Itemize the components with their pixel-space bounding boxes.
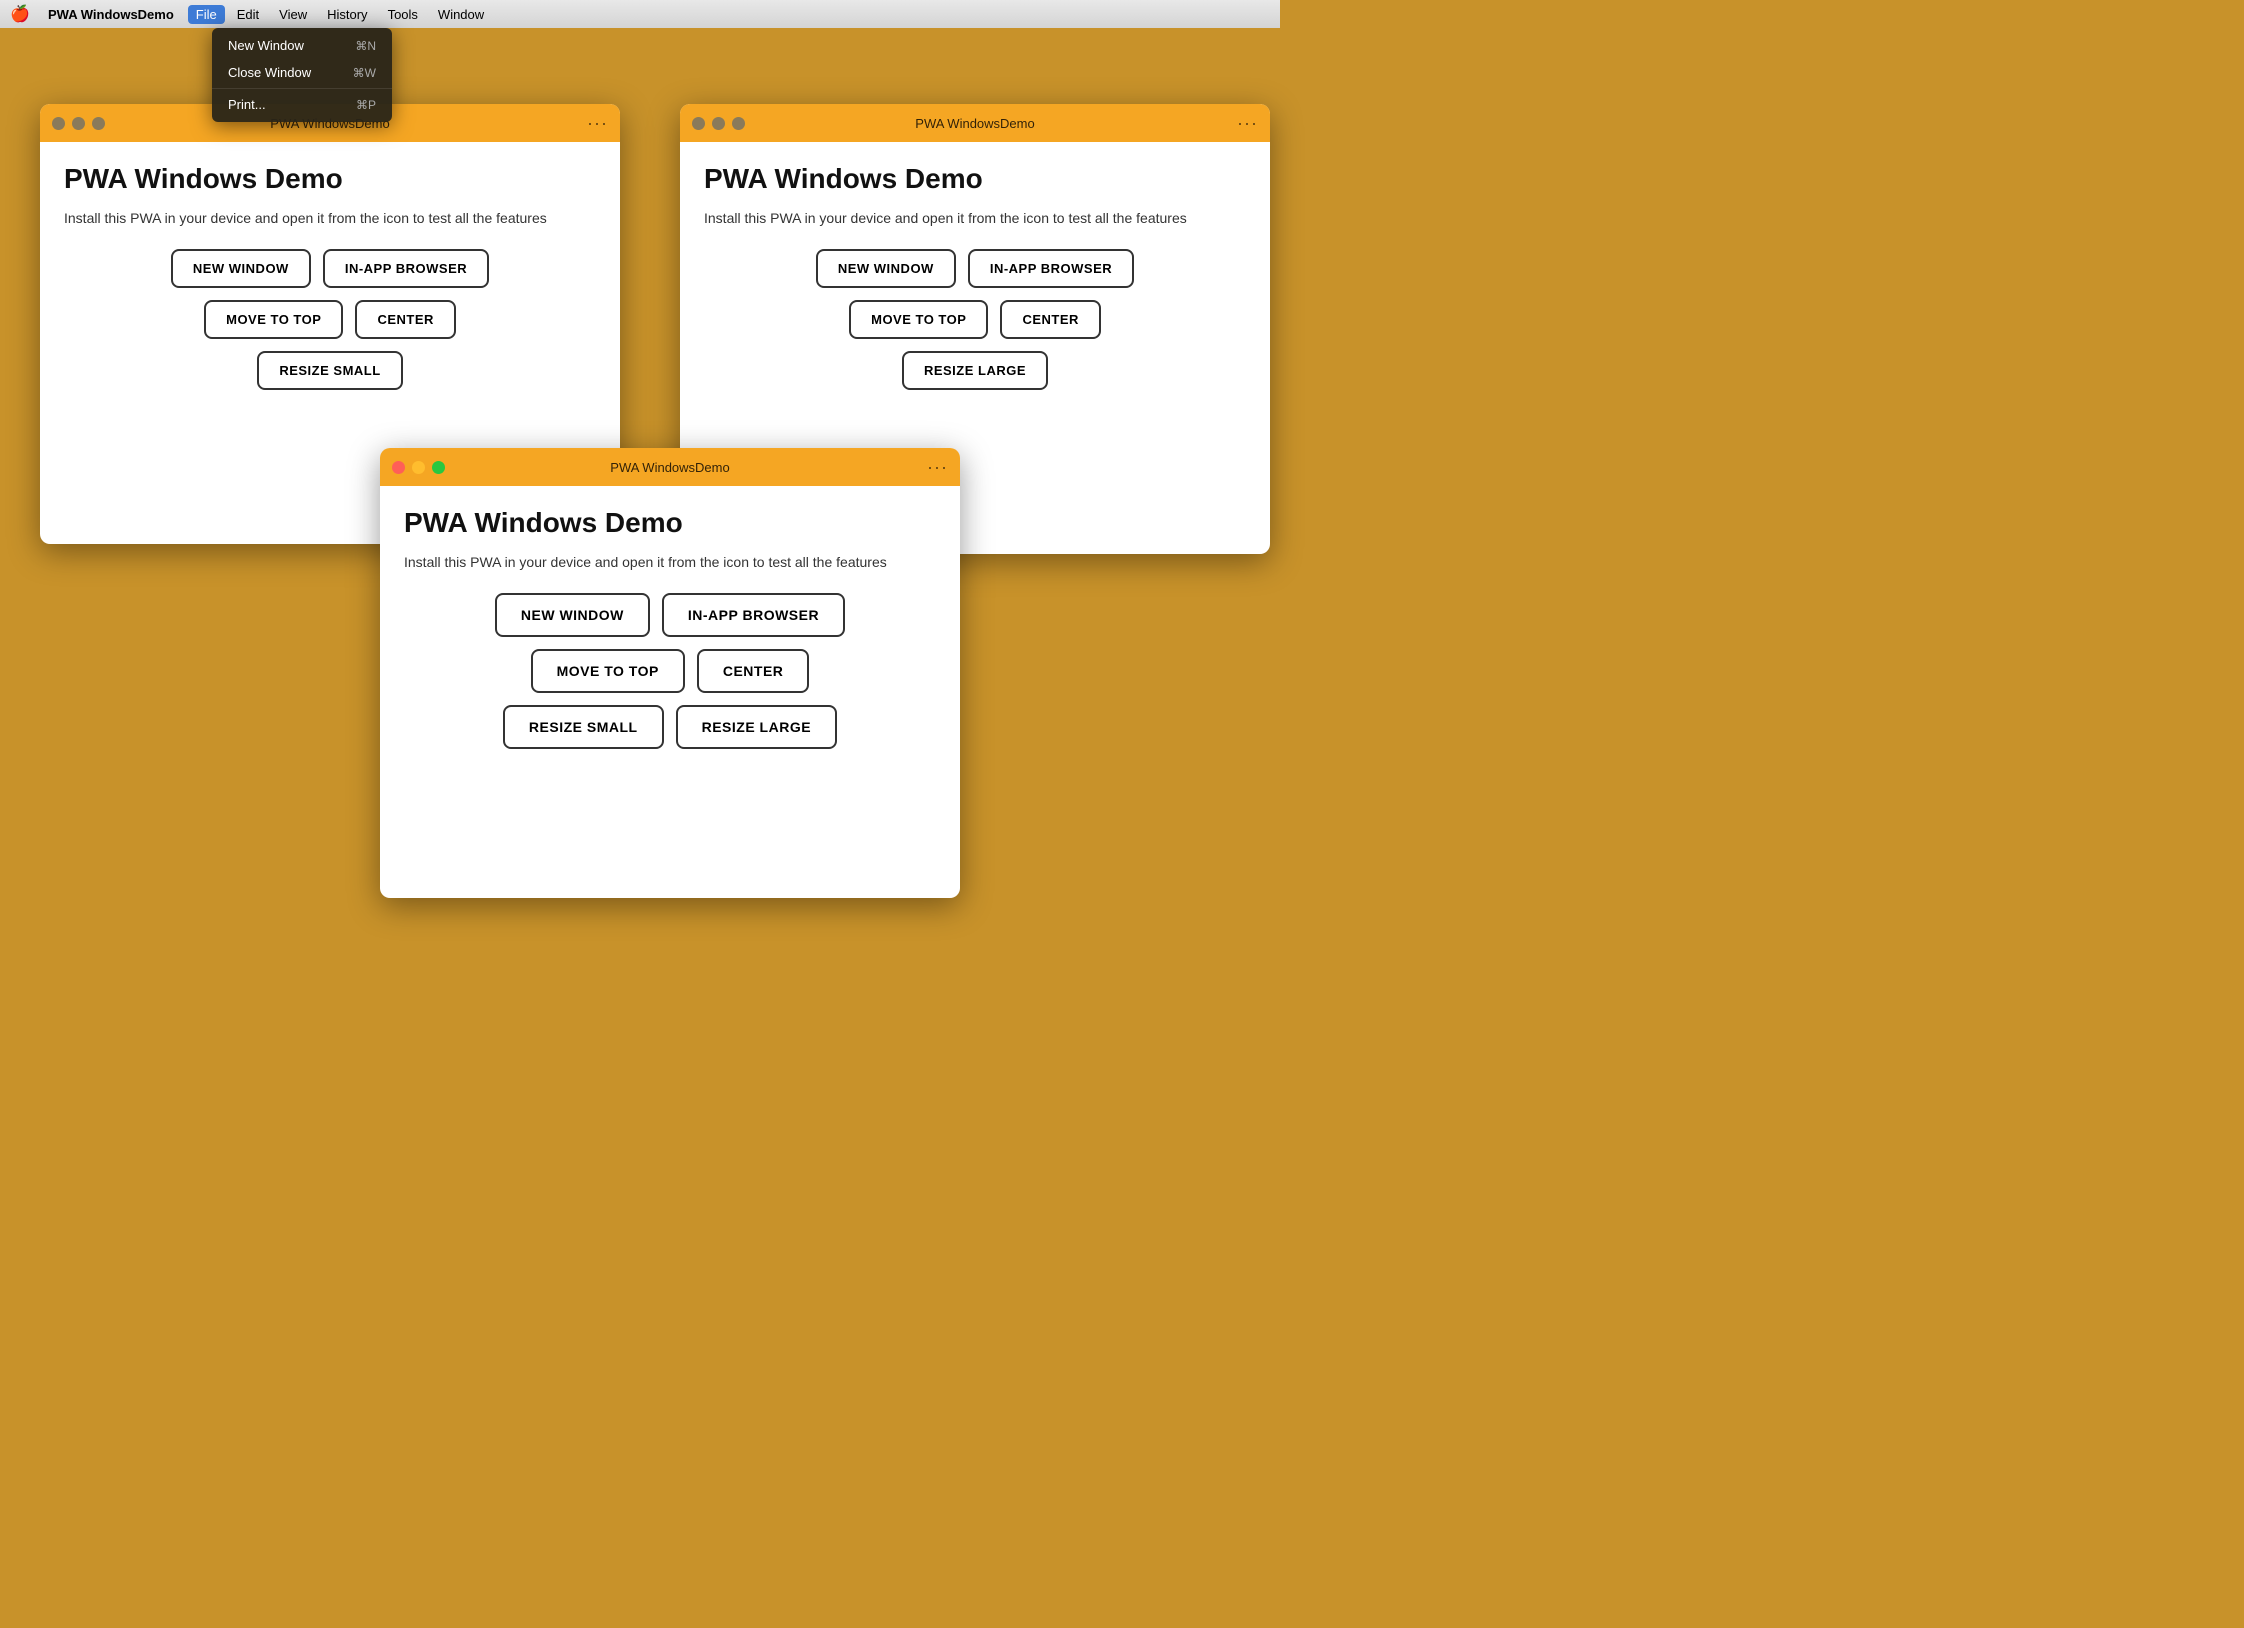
window-2-in-app-browser-button[interactable]: IN-APP BROWSER bbox=[968, 249, 1134, 288]
window-1-button-row-2: MOVE TO TOP CENTER bbox=[64, 300, 596, 339]
window-2-title: PWA WindowsDemo bbox=[915, 116, 1034, 131]
menu-item-close-window-label: Close Window bbox=[228, 65, 311, 80]
window-3-button-row-2: MOVE TO TOP CENTER bbox=[404, 649, 936, 693]
window-2-center-button[interactable]: CENTER bbox=[1000, 300, 1100, 339]
window-3-description: Install this PWA in your device and open… bbox=[404, 552, 936, 573]
apple-menu-icon[interactable]: 🍎 bbox=[8, 2, 32, 26]
window-3-title: PWA WindowsDemo bbox=[610, 460, 729, 475]
window-1-traffic-lights bbox=[52, 117, 105, 130]
window-1-button-row-3: RESIZE SMALL bbox=[64, 351, 596, 390]
window-3-new-window-button[interactable]: NEW WINDOW bbox=[495, 593, 650, 637]
menubar-window[interactable]: Window bbox=[430, 5, 492, 24]
window-2-move-to-top-button[interactable]: MOVE TO TOP bbox=[849, 300, 988, 339]
pwa-window-3: PWA WindowsDemo ··· PWA Windows Demo Ins… bbox=[380, 448, 960, 898]
window-3-resize-small-button[interactable]: RESIZE SMALL bbox=[503, 705, 664, 749]
window-3-titlebar: PWA WindowsDemo ··· bbox=[380, 448, 960, 486]
window-2-button-row-2: MOVE TO TOP CENTER bbox=[704, 300, 1246, 339]
menu-item-close-window[interactable]: Close Window ⌘W bbox=[212, 59, 392, 86]
window-1-close-button[interactable] bbox=[52, 117, 65, 130]
window-3-move-to-top-button[interactable]: MOVE TO TOP bbox=[531, 649, 685, 693]
window-3-button-row-1: NEW WINDOW IN-APP BROWSER bbox=[404, 593, 936, 637]
window-2-resize-large-button[interactable]: RESIZE LARGE bbox=[902, 351, 1048, 390]
window-2-traffic-lights bbox=[692, 117, 745, 130]
app-name[interactable]: PWA WindowsDemo bbox=[40, 5, 182, 24]
menubar-tools[interactable]: Tools bbox=[380, 5, 426, 24]
menubar-view[interactable]: View bbox=[271, 5, 315, 24]
window-3-more-options[interactable]: ··· bbox=[927, 457, 948, 478]
menubar: 🍎 PWA WindowsDemo File Edit View History… bbox=[0, 0, 1280, 28]
window-2-new-window-button[interactable]: NEW WINDOW bbox=[816, 249, 956, 288]
file-dropdown-menu: New Window ⌘N Close Window ⌘W Print... ⌘… bbox=[212, 28, 392, 122]
menu-separator bbox=[212, 88, 392, 89]
window-2-titlebar: PWA WindowsDemo ··· bbox=[680, 104, 1270, 142]
menu-item-close-window-shortcut: ⌘W bbox=[353, 66, 376, 80]
window-1-center-button[interactable]: CENTER bbox=[355, 300, 455, 339]
window-3-traffic-lights bbox=[392, 461, 445, 474]
menubar-edit[interactable]: Edit bbox=[229, 5, 267, 24]
menu-item-print-shortcut: ⌘P bbox=[356, 98, 376, 112]
window-1-fullscreen-button[interactable] bbox=[92, 117, 105, 130]
window-3-center-button[interactable]: CENTER bbox=[697, 649, 810, 693]
window-3-button-row-3: RESIZE SMALL RESIZE LARGE bbox=[404, 705, 936, 749]
window-2-button-row-3: RESIZE LARGE bbox=[704, 351, 1246, 390]
window-1-more-options[interactable]: ··· bbox=[587, 113, 608, 134]
window-1-heading: PWA Windows Demo bbox=[64, 162, 596, 196]
window-3-content: PWA Windows Demo Install this PWA in you… bbox=[380, 486, 960, 898]
menu-item-print-label: Print... bbox=[228, 97, 266, 112]
window-2-heading: PWA Windows Demo bbox=[704, 162, 1246, 196]
menu-item-new-window-label: New Window bbox=[228, 38, 304, 53]
menubar-file[interactable]: File bbox=[188, 5, 225, 24]
window-3-resize-large-button[interactable]: RESIZE LARGE bbox=[676, 705, 837, 749]
window-1-move-to-top-button[interactable]: MOVE TO TOP bbox=[204, 300, 343, 339]
window-2-more-options[interactable]: ··· bbox=[1237, 113, 1258, 134]
window-2-close-button[interactable] bbox=[692, 117, 705, 130]
window-1-new-window-button[interactable]: NEW WINDOW bbox=[171, 249, 311, 288]
window-3-minimize-button[interactable] bbox=[412, 461, 425, 474]
desktop: PWA WindowsDemo ··· PWA Windows Demo Ins… bbox=[0, 28, 1280, 928]
window-3-close-button[interactable] bbox=[392, 461, 405, 474]
window-1-description: Install this PWA in your device and open… bbox=[64, 208, 596, 229]
window-3-fullscreen-button[interactable] bbox=[432, 461, 445, 474]
window-2-fullscreen-button[interactable] bbox=[732, 117, 745, 130]
menu-item-new-window[interactable]: New Window ⌘N bbox=[212, 32, 392, 59]
window-1-resize-small-button[interactable]: RESIZE SMALL bbox=[257, 351, 402, 390]
window-1-button-grid: NEW WINDOW IN-APP BROWSER MOVE TO TOP CE… bbox=[64, 249, 596, 390]
window-1-in-app-browser-button[interactable]: IN-APP BROWSER bbox=[323, 249, 489, 288]
window-2-button-grid: NEW WINDOW IN-APP BROWSER MOVE TO TOP CE… bbox=[704, 249, 1246, 390]
window-1-button-row-1: NEW WINDOW IN-APP BROWSER bbox=[64, 249, 596, 288]
window-3-heading: PWA Windows Demo bbox=[404, 506, 936, 540]
window-2-button-row-1: NEW WINDOW IN-APP BROWSER bbox=[704, 249, 1246, 288]
window-3-in-app-browser-button[interactable]: IN-APP BROWSER bbox=[662, 593, 845, 637]
window-2-description: Install this PWA in your device and open… bbox=[704, 208, 1246, 229]
menu-item-print[interactable]: Print... ⌘P bbox=[212, 91, 392, 118]
window-2-minimize-button[interactable] bbox=[712, 117, 725, 130]
menubar-history[interactable]: History bbox=[319, 5, 375, 24]
menu-item-new-window-shortcut: ⌘N bbox=[355, 39, 376, 53]
window-3-button-grid: NEW WINDOW IN-APP BROWSER MOVE TO TOP CE… bbox=[404, 593, 936, 749]
window-1-minimize-button[interactable] bbox=[72, 117, 85, 130]
